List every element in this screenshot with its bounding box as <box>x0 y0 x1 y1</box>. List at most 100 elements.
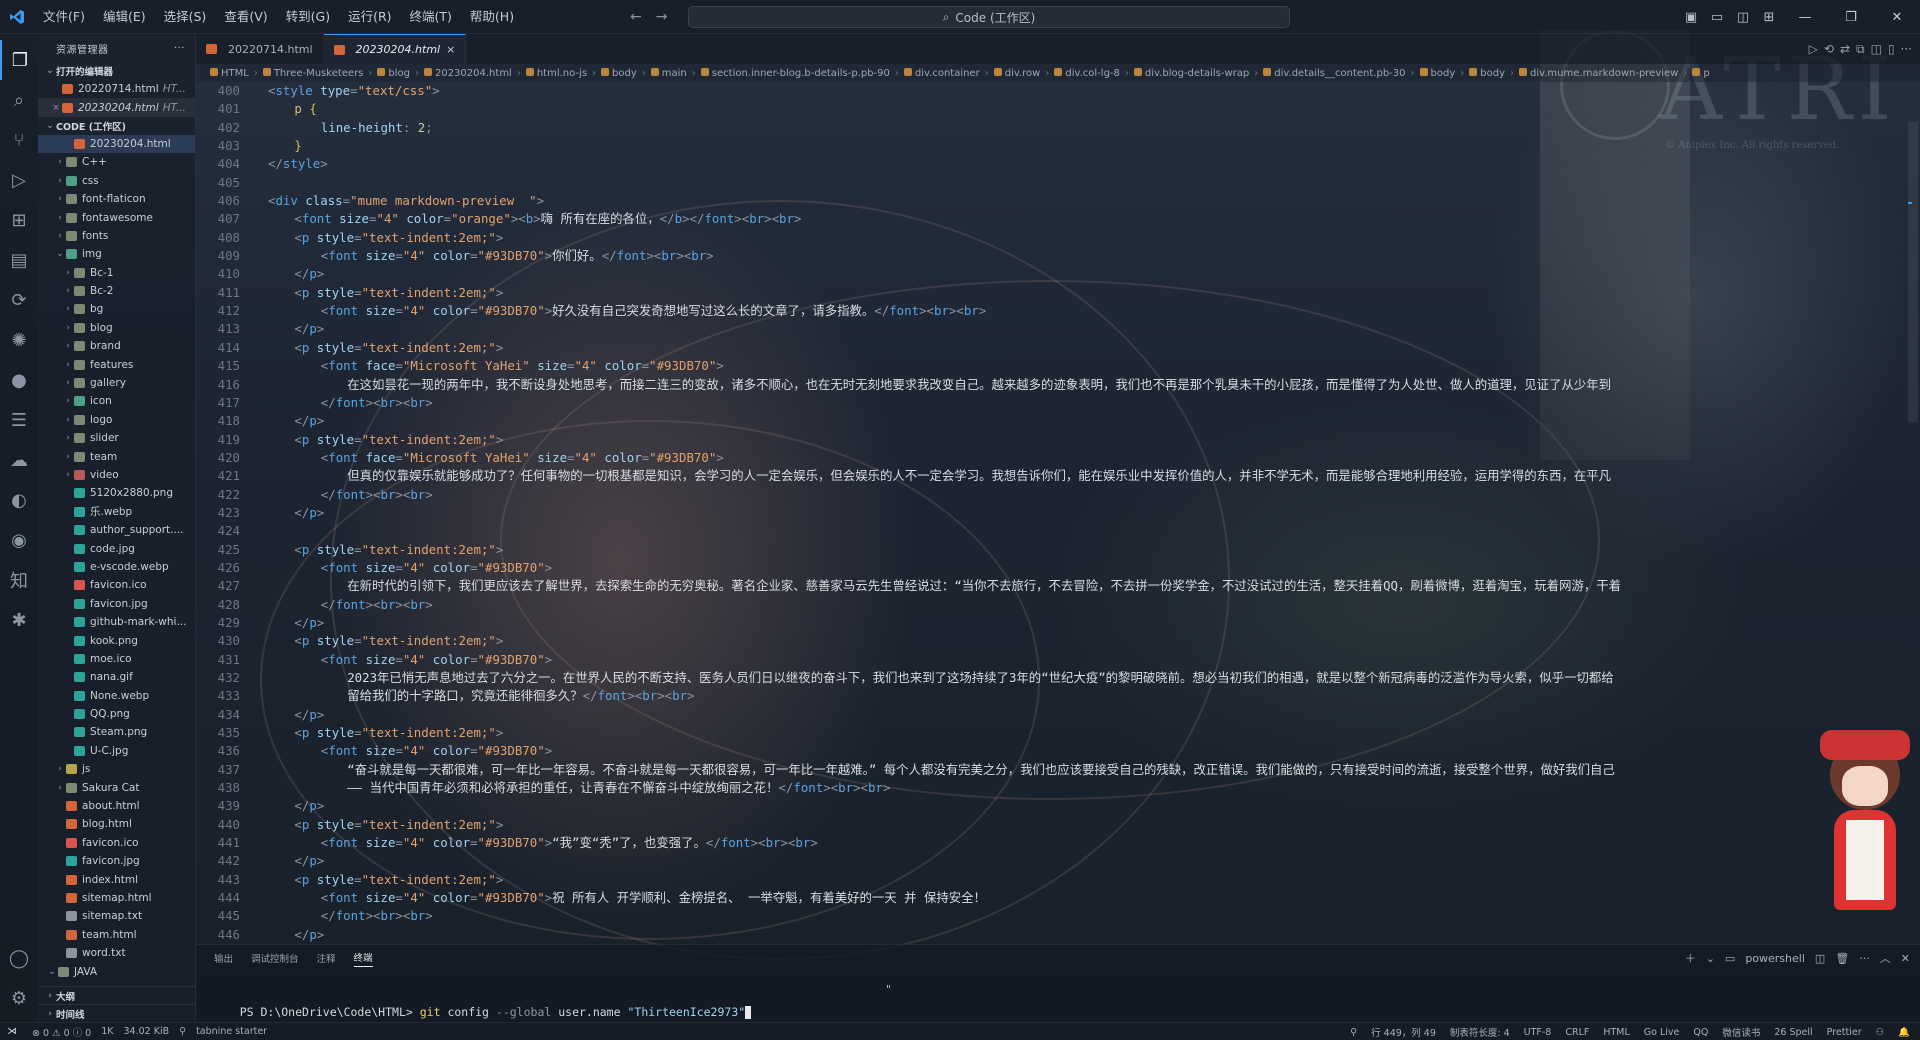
code-line[interactable]: 422 </font><br><br> <box>196 486 1920 504</box>
back-arrow-icon[interactable]: ← <box>630 9 642 25</box>
menu-item[interactable]: 转到(G) <box>277 0 339 34</box>
tree-folder[interactable]: › Bc-1 <box>38 264 195 282</box>
tree-folder[interactable]: › team <box>38 447 195 465</box>
tree-file[interactable]: nana.gif <box>38 668 195 686</box>
tree-file[interactable]: moe.ico <box>38 650 195 668</box>
encoding[interactable]: UTF-8 <box>1524 1027 1552 1038</box>
code-line[interactable]: 424 <box>196 522 1920 540</box>
code-line[interactable]: 439 </p> <box>196 797 1920 815</box>
outline-section[interactable]: › 大纲 <box>38 986 196 1004</box>
editor-vertical-scrollbar[interactable] <box>1908 82 1918 944</box>
spell-check-status[interactable]: 26 Spell <box>1774 1027 1812 1038</box>
code-line[interactable]: 433 留给我们的十字路口，究竟还能徘徊多久？</font><br><br> <box>196 687 1920 705</box>
breadcrumb-item[interactable]: div.col-lg-8 <box>1054 67 1120 79</box>
tree-file[interactable]: favicon.jpg <box>38 852 195 870</box>
panel-tab[interactable]: 注释 <box>317 951 336 965</box>
menu-item[interactable]: 帮助(H) <box>461 0 523 34</box>
tree-folder[interactable]: › video <box>38 466 195 484</box>
menu-item[interactable]: 文件(F) <box>34 0 94 34</box>
split-terminal-icon[interactable]: ◫ <box>1815 952 1825 965</box>
tree-file[interactable]: code.jpg <box>38 539 195 557</box>
code-line[interactable]: 423 </p> <box>196 504 1920 522</box>
code-line[interactable]: 401 p { <box>196 100 1920 118</box>
code-line[interactable]: 442 </p> <box>196 852 1920 870</box>
zhihu-icon[interactable]: 知 <box>0 560 38 600</box>
run-debug-icon[interactable]: ▷ <box>0 160 38 200</box>
tree-folder[interactable]: › blog <box>38 319 195 337</box>
search-icon[interactable]: ⌕ <box>0 80 38 120</box>
run-icon[interactable]: ▷ <box>1809 42 1818 56</box>
tree-file[interactable]: team.html <box>38 926 195 944</box>
asterisk-icon[interactable]: ✱ <box>0 600 38 640</box>
source-control-icon[interactable]: ⑂ <box>0 120 38 160</box>
code-line[interactable]: 437 “奋斗就是每一天都很难，可一年比一年容易。不奋斗就是每一天都很容易，可一年… <box>196 761 1920 779</box>
menu-item[interactable]: 查看(V) <box>215 0 276 34</box>
trash-icon[interactable]: 🗑 <box>1835 952 1849 965</box>
code-line[interactable]: 416 在这如昙花一现的两年中，我不断设身处地思考，而接二连三的变故，诸多不顺心，… <box>196 376 1920 394</box>
code-line[interactable]: 417 </font><br><br> <box>196 394 1920 412</box>
code-line[interactable]: 446 </p> <box>196 926 1920 944</box>
breadcrumb-item[interactable]: div.blog-details-wrap <box>1133 67 1249 79</box>
code-line[interactable]: 431 <font size="4" color="#93DB70"> <box>196 651 1920 669</box>
code-line[interactable]: 414 <p style="text-indent:2em;"> <box>196 339 1920 357</box>
indentation[interactable]: 制表符长度: 4 <box>1450 1025 1510 1039</box>
open-editor-item[interactable]: × 20230204.html HT... <box>38 98 195 117</box>
restore-button[interactable]: ❐ <box>1828 10 1874 25</box>
terminal-shell-label[interactable]: powershell <box>1745 952 1805 965</box>
tree-file[interactable]: about.html <box>38 797 195 815</box>
tree-file[interactable]: index.html <box>38 870 195 888</box>
tree-file[interactable]: sitemap.txt <box>38 907 195 925</box>
tree-file[interactable]: U-C.jpg <box>38 742 195 760</box>
remote-explorer-icon[interactable]: ▤ <box>0 240 38 280</box>
tree-file[interactable]: 乐.webp <box>38 503 195 521</box>
tree-file[interactable]: favicon.ico <box>38 576 195 594</box>
tree-folder[interactable]: › js <box>38 760 195 778</box>
chevron-down-icon[interactable]: ⌄ <box>1706 952 1715 965</box>
tree-folder[interactable]: › font-flaticon <box>38 190 195 208</box>
tree-folder[interactable]: › fontawesome <box>38 208 195 226</box>
more-actions-icon[interactable]: ··· <box>174 43 185 54</box>
breadcrumb-item[interactable]: HTML <box>210 67 249 79</box>
code-line[interactable]: 418 </p> <box>196 412 1920 430</box>
code-line[interactable]: 425 <p style="text-indent:2em;"> <box>196 541 1920 559</box>
tree-folder[interactable]: › slider <box>38 429 195 447</box>
tree-folder[interactable]: › css <box>38 172 195 190</box>
code-line[interactable]: 436 <font size="4" color="#93DB70"> <box>196 742 1920 760</box>
history-icon[interactable]: ⟲ <box>1824 42 1834 56</box>
tree-file[interactable]: favicon.ico <box>38 834 195 852</box>
scrollbar-thumb[interactable] <box>1908 122 1918 422</box>
tree-folder[interactable]: › brand <box>38 337 195 355</box>
tree-folder[interactable]: ⌄ JAVA <box>38 962 195 980</box>
wechat-read-status[interactable]: 微信读书 <box>1722 1025 1760 1039</box>
close-panel-icon[interactable]: ✕ <box>1901 952 1910 965</box>
code-line[interactable]: 429 </p> <box>196 614 1920 632</box>
tree-file[interactable]: sitemap.html <box>38 889 195 907</box>
code-line[interactable]: 427 在新时代的引领下，我们更应该去了解世界，去探索生命的无穷奥秘。著名企业家、… <box>196 577 1920 595</box>
workspace-section[interactable]: ⌄ CODE (工作区) <box>38 117 195 135</box>
code-line[interactable]: 402 line-height: 2; <box>196 119 1920 137</box>
tree-folder[interactable]: › features <box>38 355 195 373</box>
prettier-status[interactable]: Prettier <box>1827 1027 1862 1038</box>
toggle-secondary-sidebar-icon[interactable]: ◫ <box>1730 10 1756 25</box>
breadcrumb-item[interactable]: 20230204.html <box>423 67 512 79</box>
notifications-bell-icon[interactable]: 🔔 <box>1898 1027 1910 1038</box>
tree-file[interactable]: 20230204.html <box>38 134 195 154</box>
tree-folder[interactable]: › Sakura Cat <box>38 778 195 796</box>
editor-tab[interactable]: 20220714.html <box>196 34 324 64</box>
forward-arrow-icon[interactable]: → <box>656 9 668 25</box>
code-line[interactable]: 419 <p style="text-indent:2em;"> <box>196 431 1920 449</box>
code-line[interactable]: 410 </p> <box>196 265 1920 283</box>
code-line[interactable]: 435 <p style="text-indent:2em;"> <box>196 724 1920 742</box>
language-mode[interactable]: HTML <box>1603 1027 1629 1038</box>
extensions-icon[interactable]: ⊞ <box>0 200 38 240</box>
compare-icon[interactable]: ⇄ <box>1840 42 1850 56</box>
problems-indicator[interactable]: ⊗ 0 ⚠ 0 ⓘ 0 <box>32 1025 91 1039</box>
remote-indicator-icon[interactable]: ⋊ <box>0 1023 24 1040</box>
pin-icon[interactable]: ⚲ <box>1350 1027 1357 1038</box>
tree-folder[interactable]: › icon <box>38 392 195 410</box>
gitlens-icon[interactable]: ◉ <box>0 520 38 560</box>
panel-tab[interactable]: 终端 <box>353 950 373 967</box>
code-line[interactable]: 434 </p> <box>196 706 1920 724</box>
breadcrumb-item[interactable]: div.row <box>993 67 1040 79</box>
toggle-panel-icon[interactable]: ▭ <box>1704 10 1730 25</box>
